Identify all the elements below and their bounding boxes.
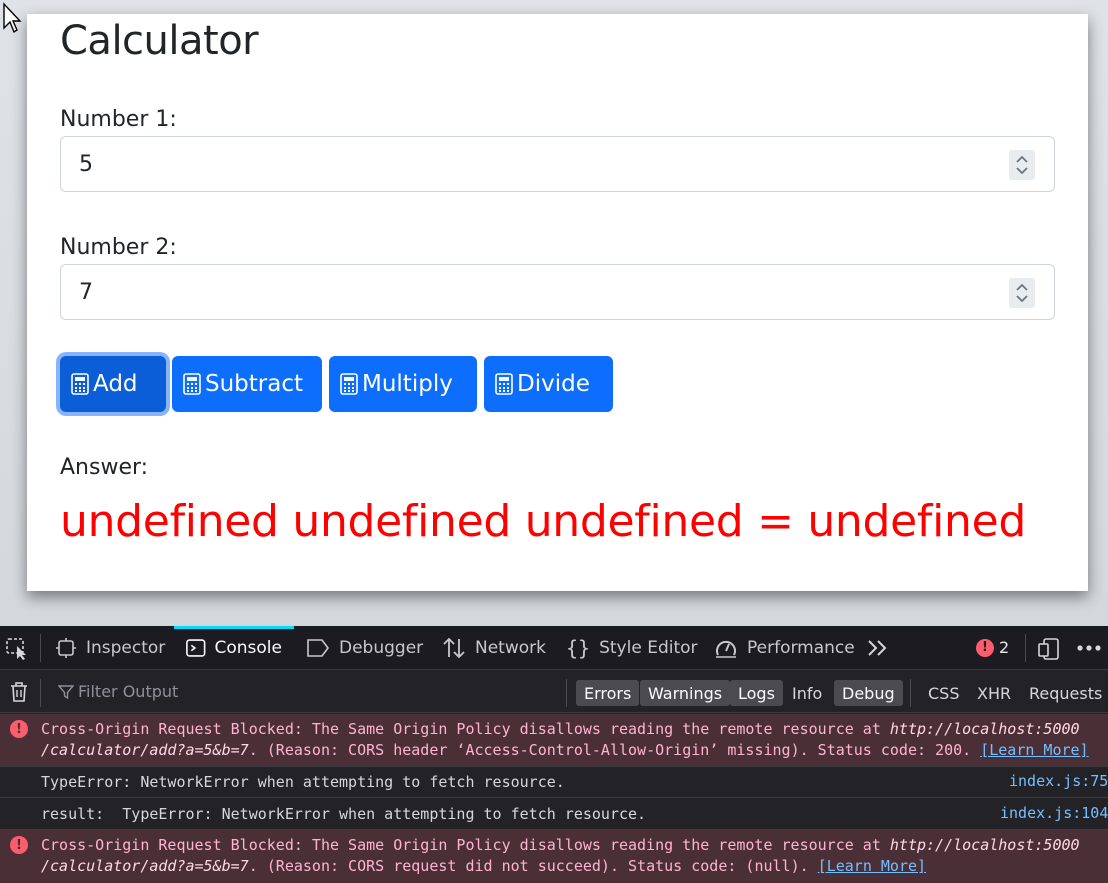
performance-icon <box>716 640 736 658</box>
tab-inspector[interactable]: Inspector <box>55 626 165 670</box>
subtract-button-label: Subtract <box>205 371 304 397</box>
learn-more-link[interactable]: [Learn More] <box>980 741 1088 759</box>
console-log-message[interactable]: result: TypeError: NetworkError when att… <box>0 798 1108 830</box>
learn-more-link[interactable]: [Learn More] <box>818 857 926 875</box>
number1-input[interactable]: 5 <box>60 136 1055 192</box>
chevron-up-icon[interactable] <box>1014 281 1030 293</box>
filter-requests[interactable]: Requests <box>1021 680 1108 706</box>
error-message-text: Cross-Origin Request Blocked: The Same O… <box>41 836 1080 875</box>
filter-css[interactable]: CSS <box>920 680 967 706</box>
error-icon: ! <box>10 836 28 854</box>
console-error-message[interactable]: ! Cross-Origin Request Blocked: The Same… <box>0 714 1108 767</box>
tab-network-label: Network <box>475 638 546 658</box>
browser-page: Calculator Number 1: 5 Number 2: 7 Add S… <box>0 0 1108 626</box>
error-icon: ! <box>976 638 994 657</box>
element-picker-icon[interactable] <box>6 638 30 660</box>
filter-divider <box>910 679 911 707</box>
number1-spinner[interactable] <box>1009 150 1035 180</box>
filter-divider <box>566 679 567 707</box>
error-message-text: Cross-Origin Request Blocked: The Same O… <box>41 720 1089 759</box>
number2-input[interactable]: 7 <box>60 264 1055 320</box>
inspector-icon <box>56 638 76 658</box>
console-icon <box>186 639 206 657</box>
console-filter-bar: Filter Output Errors Warnings Logs Info … <box>0 671 1108 713</box>
filter-divider <box>40 679 41 707</box>
number1-label: Number 1: <box>60 107 177 132</box>
source-location-link[interactable]: index.js:75 <box>1009 772 1108 790</box>
chevron-up-icon[interactable] <box>1014 153 1030 165</box>
tab-style-editor[interactable]: {} Style Editor <box>566 626 698 670</box>
tab-performance[interactable]: Performance <box>714 626 855 670</box>
filter-debug[interactable]: Debug <box>834 680 903 706</box>
filter-funnel-icon <box>58 684 74 699</box>
calculator-icon <box>183 373 201 395</box>
tab-console[interactable]: Console <box>174 626 294 670</box>
multiply-button-label: Multiply <box>362 371 453 397</box>
filter-logs[interactable]: Logs <box>730 680 783 706</box>
calculator-icon <box>495 373 513 395</box>
filter-errors[interactable]: Errors <box>576 680 640 706</box>
add-button-label: Add <box>93 371 138 397</box>
filter-placeholder: Filter Output <box>78 682 179 701</box>
more-tabs-chevron-icon[interactable] <box>866 639 890 657</box>
filter-warnings[interactable]: Warnings <box>640 680 731 706</box>
network-icon <box>443 637 465 659</box>
console-error-message[interactable]: ! Cross-Origin Request Blocked: The Same… <box>0 830 1108 883</box>
tab-inspector-label: Inspector <box>86 638 166 658</box>
error-count: 2 <box>999 638 1010 657</box>
mouse-cursor-icon <box>3 2 22 34</box>
chevron-down-icon[interactable] <box>1014 165 1030 177</box>
tab-console-label: Console <box>214 638 283 658</box>
toolbar-divider <box>1025 634 1026 662</box>
divide-button[interactable]: Divide <box>484 356 613 412</box>
debugger-icon <box>307 639 329 657</box>
number2-label: Number 2: <box>60 235 177 260</box>
calculator-icon <box>71 373 89 395</box>
toolbar-divider <box>40 634 41 662</box>
chevron-down-icon[interactable] <box>1014 293 1030 305</box>
multiply-button[interactable]: Multiply <box>329 356 477 412</box>
subtract-button[interactable]: Subtract <box>172 356 322 412</box>
number1-value: 5 <box>79 152 93 177</box>
filter-info[interactable]: Info <box>784 680 830 706</box>
devtools-toolbar: Inspector Console Debugger Network {} St… <box>0 626 1108 670</box>
source-location-link[interactable]: index.js:104 <box>1000 804 1108 822</box>
more-options-icon[interactable] <box>1076 644 1102 652</box>
resource-url-link[interactable]: http://localhost:5000 <box>890 720 1080 738</box>
calculator-card: Calculator Number 1: 5 Number 2: 7 Add S… <box>27 14 1088 591</box>
tab-debugger[interactable]: Debugger <box>306 626 423 670</box>
resource-path-link[interactable]: /calculator/add?a=5&b=7 <box>41 857 249 875</box>
style-editor-icon: {} <box>566 636 591 660</box>
devtools-panel: Inspector Console Debugger Network {} St… <box>0 626 1108 883</box>
filter-output-input[interactable]: Filter Output <box>58 682 178 701</box>
add-button[interactable]: Add <box>60 356 166 412</box>
number2-value: 7 <box>79 280 93 305</box>
tab-style-editor-label: Style Editor <box>599 638 698 658</box>
log-message-text: TypeError: NetworkError when attempting … <box>41 773 565 791</box>
divide-button-label: Divide <box>517 371 590 397</box>
page-title: Calculator <box>60 18 259 64</box>
error-icon: ! <box>10 720 28 738</box>
console-log-message[interactable]: TypeError: NetworkError when attempting … <box>0 767 1108 798</box>
tab-performance-label: Performance <box>747 638 855 658</box>
log-message-text: result: TypeError: NetworkError when att… <box>41 805 647 823</box>
trash-icon[interactable] <box>9 681 29 703</box>
answer-label: Answer: <box>60 455 149 480</box>
resource-url-link[interactable]: http://localhost:5000 <box>890 836 1080 854</box>
error-count-badge[interactable]: ! 2 <box>976 638 1009 657</box>
number2-spinner[interactable] <box>1009 278 1035 308</box>
tab-debugger-label: Debugger <box>339 638 424 658</box>
filter-xhr[interactable]: XHR <box>969 680 1019 706</box>
resource-path-link[interactable]: /calculator/add?a=5&b=7 <box>41 741 249 759</box>
responsive-design-icon[interactable] <box>1038 638 1062 660</box>
tab-network[interactable]: Network <box>442 626 546 670</box>
answer-value: undefined undefined undefined = undefine… <box>60 496 1027 547</box>
calculator-icon <box>340 373 358 395</box>
